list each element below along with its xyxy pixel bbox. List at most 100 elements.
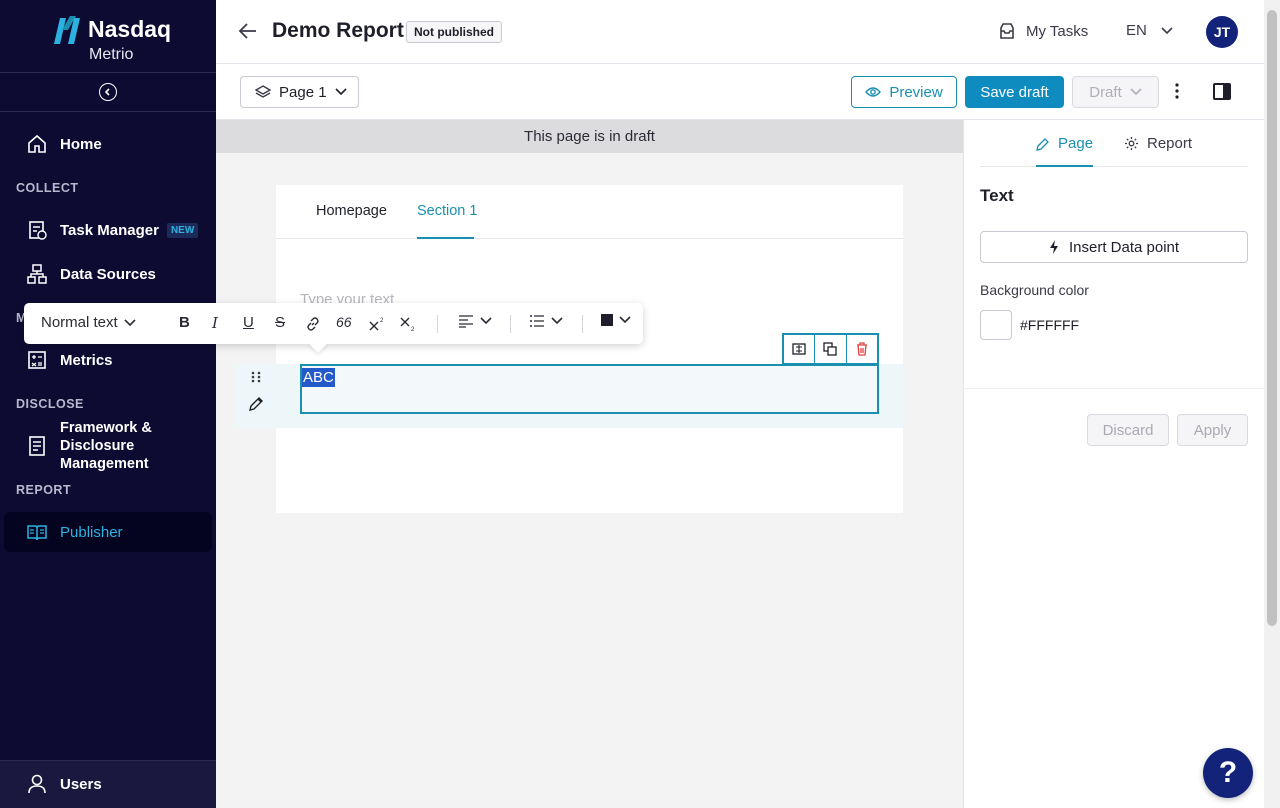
bold-icon[interactable]: B: [179, 314, 190, 331]
list-dropdown[interactable]: [529, 314, 563, 328]
tab-page[interactable]: Page: [1036, 135, 1093, 152]
scrollbar[interactable]: [1264, 0, 1280, 808]
superscript-icon[interactable]: 2: [369, 316, 385, 332]
chevron-down-icon: [1130, 88, 1142, 96]
sidebar-item-data-sources[interactable]: Data Sources: [26, 263, 156, 285]
divider: [582, 315, 583, 333]
preview-label: Preview: [889, 83, 943, 101]
tab-report-label: Report: [1147, 135, 1193, 152]
section-disclose: DISCLOSE: [16, 397, 84, 411]
tab-homepage[interactable]: Homepage: [316, 203, 387, 219]
delete-block-button[interactable]: [847, 335, 877, 363]
alignment-dropdown[interactable]: [458, 314, 492, 328]
insert-data-point-label: Insert Data point: [1068, 238, 1180, 256]
collapse-sidebar-button[interactable]: [99, 83, 117, 101]
sidebar-item-label: Framework & Disclosure Management: [60, 420, 152, 472]
divider: [0, 72, 216, 73]
insert-data-point-block-button[interactable]: [784, 335, 816, 363]
product-name: Metrio: [89, 46, 134, 63]
sidebar-item-label: Data Sources: [60, 265, 156, 283]
svg-text:2: 2: [411, 327, 415, 332]
avatar[interactable]: JT: [1206, 16, 1238, 48]
sidebar-item-label: Home: [60, 135, 102, 153]
layers-icon: [255, 85, 271, 98]
discard-button[interactable]: Discard: [1087, 414, 1169, 446]
scrollbar-thumb[interactable]: [1267, 10, 1277, 626]
nasdaq-metrio-logo[interactable]: Nasdaq Metrio: [48, 12, 178, 68]
language-select[interactable]: EN: [1126, 22, 1173, 39]
active-tab-indicator: [1036, 165, 1093, 167]
chevron-down-icon: [124, 318, 136, 326]
preview-button[interactable]: Preview: [851, 76, 957, 108]
selected-text[interactable]: ABC: [302, 368, 335, 387]
underline-icon[interactable]: U: [243, 314, 254, 331]
text-color-dropdown[interactable]: [601, 314, 631, 326]
page-select[interactable]: Page 1: [240, 76, 359, 108]
drag-handle-icon[interactable]: [250, 370, 262, 384]
sidebar-item-label: Users: [60, 775, 102, 793]
background-color-swatch[interactable]: [980, 310, 1012, 340]
text-block: ABC: [236, 364, 903, 428]
divider: [0, 111, 216, 112]
divider: [510, 315, 511, 333]
sidebar-item-publisher[interactable]: Publisher: [26, 521, 123, 543]
sidebar-item-label: Metrics: [60, 351, 113, 369]
language-value: EN: [1126, 22, 1147, 39]
sidebar-item-task-manager[interactable]: Task Manager NEW: [26, 219, 199, 241]
help-button[interactable]: ?: [1203, 748, 1253, 798]
trash-icon: [856, 342, 867, 356]
chevron-down-icon: [551, 317, 563, 325]
background-color-value[interactable]: #FFFFFF: [1020, 317, 1079, 333]
tab-section-1[interactable]: Section 1: [417, 203, 477, 219]
sidebar-item-home[interactable]: Home: [26, 133, 102, 155]
apply-button[interactable]: Apply: [1177, 414, 1248, 446]
section-tabs: Homepage Section 1: [276, 185, 903, 239]
user-icon: [28, 774, 46, 794]
more-options-icon[interactable]: [1174, 82, 1180, 100]
italic-icon[interactable]: I: [212, 314, 218, 332]
sidebar-item-users[interactable]: Users: [26, 773, 102, 795]
arrow-left-icon[interactable]: [238, 22, 258, 40]
draft-banner: This page is in draft: [216, 120, 963, 153]
link-icon[interactable]: [305, 316, 321, 332]
pencil-icon[interactable]: [248, 396, 264, 412]
chevron-down-icon: [480, 317, 492, 325]
data-point-icon: [792, 343, 806, 355]
tab-report[interactable]: Report: [1124, 135, 1192, 152]
text-editor[interactable]: ABC: [300, 364, 879, 414]
copy-icon: [823, 342, 838, 356]
lightning-icon: [1049, 240, 1058, 254]
nasdaq-logo-icon: [54, 16, 80, 44]
sidebar-item-metrics[interactable]: Metrics: [26, 349, 113, 371]
status-badge: Not published: [406, 21, 502, 43]
inbox-icon: [1000, 23, 1014, 39]
divider: [437, 315, 438, 333]
panel-heading: Text: [980, 186, 1014, 205]
home-icon: [28, 134, 46, 153]
page-select-value: Page 1: [279, 83, 327, 101]
tab-page-label: Page: [1058, 135, 1094, 152]
save-draft-button[interactable]: Save draft: [965, 76, 1064, 108]
new-badge: NEW: [166, 222, 199, 238]
brand-name: Nasdaq: [88, 16, 172, 42]
sidebar-item-framework[interactable]: Framework & Disclosure Management: [26, 419, 156, 473]
strikethrough-icon[interactable]: S: [275, 314, 285, 331]
text-style-value: Normal text: [41, 314, 118, 331]
my-tasks-button[interactable]: My Tasks: [998, 22, 1088, 40]
draft-status-dropdown[interactable]: Draft: [1072, 76, 1159, 108]
subscript-icon[interactable]: 2: [400, 316, 417, 332]
page-title: Demo Report: [272, 19, 404, 42]
chevron-down-icon: [334, 88, 347, 96]
color-swatch-icon: [601, 314, 613, 326]
sidebar: Nasdaq Metrio Home COLLECT Task Manager …: [0, 0, 216, 808]
toggle-side-panel-icon[interactable]: [1213, 83, 1231, 100]
insert-data-point-button[interactable]: Insert Data point: [980, 231, 1248, 263]
duplicate-block-button[interactable]: [815, 335, 847, 363]
align-left-icon: [459, 315, 473, 328]
panel-tabs: Page Report: [980, 120, 1248, 167]
editor-toolbar: Page 1 Preview Save draft Draft: [216, 64, 1264, 120]
quote-icon[interactable]: 66: [336, 314, 352, 330]
sidebar-item-label: Task Manager: [60, 221, 159, 239]
my-tasks-label: My Tasks: [1026, 22, 1089, 40]
text-style-dropdown[interactable]: Normal text: [41, 314, 136, 331]
